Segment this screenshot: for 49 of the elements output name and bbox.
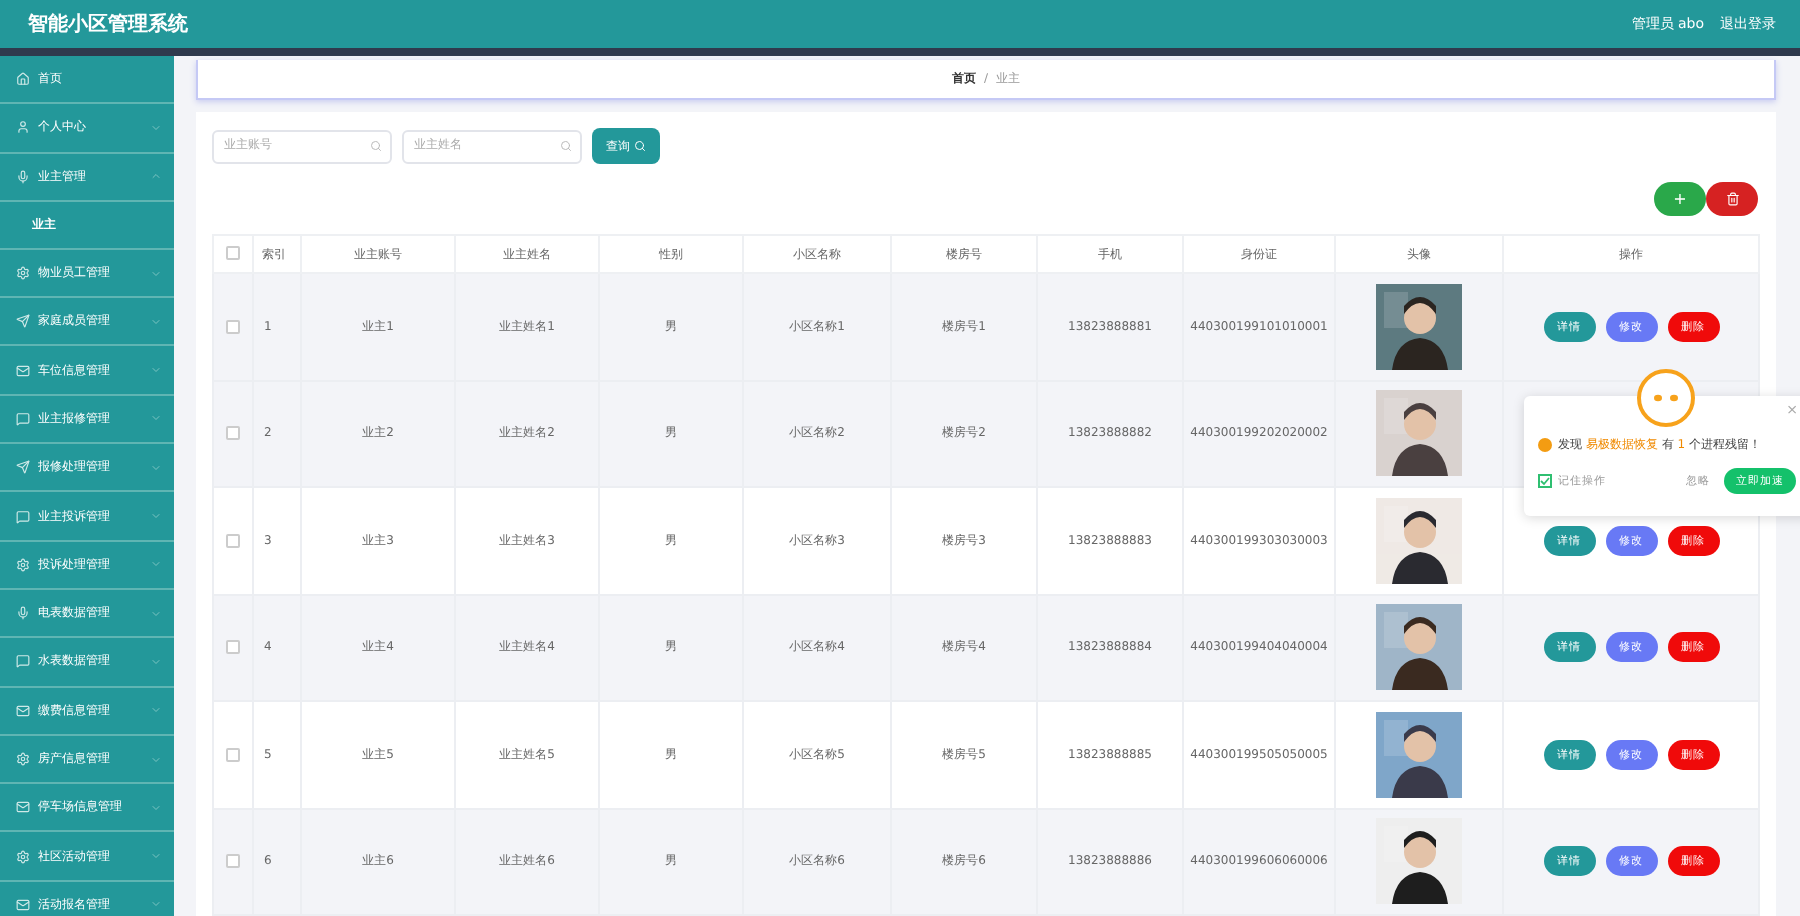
row-checkbox[interactable]	[226, 426, 240, 441]
row-checkbox[interactable]	[226, 747, 240, 762]
chevron-icon	[150, 364, 162, 377]
app-title: 智能小区管理系统	[28, 11, 188, 38]
person-icon	[16, 120, 30, 135]
row-checkbox[interactable]	[226, 854, 240, 869]
chevron-icon	[150, 607, 162, 620]
send-icon	[16, 460, 30, 475]
delete-button[interactable]	[1706, 182, 1758, 216]
gear-icon	[16, 849, 30, 864]
chevron-icon	[150, 801, 162, 814]
row-checkbox[interactable]	[226, 319, 240, 334]
chevron-icon	[150, 412, 162, 425]
send-icon	[16, 314, 30, 329]
chat-icon	[16, 654, 30, 669]
mail-icon	[16, 363, 30, 378]
microphone-icon	[16, 606, 30, 621]
select-all-checkbox[interactable]	[226, 246, 240, 261]
microphone-icon	[16, 169, 30, 184]
chevron-icon	[150, 558, 162, 571]
mail-icon	[16, 897, 30, 912]
chevron-icon	[150, 704, 162, 717]
search-icon	[560, 139, 572, 151]
chevron-icon	[150, 267, 162, 280]
remember-checkbox[interactable]	[1538, 474, 1552, 488]
info-icon	[1538, 438, 1552, 452]
gear-icon	[16, 557, 30, 572]
chevron-icon	[150, 850, 162, 863]
chevron-icon	[150, 753, 162, 765]
chevron-icon	[150, 170, 162, 183]
chevron-icon	[150, 898, 162, 911]
gear-icon	[16, 752, 30, 766]
row-checkbox[interactable]	[226, 640, 240, 655]
mail-icon	[16, 800, 30, 815]
chevron-icon	[150, 655, 162, 668]
house-icon	[16, 72, 30, 87]
chat-icon	[16, 411, 30, 426]
gear-icon	[16, 266, 30, 281]
search-icon	[634, 140, 646, 152]
chevron-icon	[150, 510, 162, 523]
chevron-icon	[150, 461, 162, 474]
chevron-icon	[150, 121, 162, 134]
row-checkbox[interactable]	[226, 533, 240, 548]
chat-icon	[16, 509, 30, 524]
add-button[interactable]: +	[1654, 182, 1706, 216]
trash-icon	[1725, 192, 1739, 206]
mail-icon	[16, 703, 30, 718]
chevron-icon	[150, 315, 162, 328]
search-icon	[370, 139, 382, 151]
